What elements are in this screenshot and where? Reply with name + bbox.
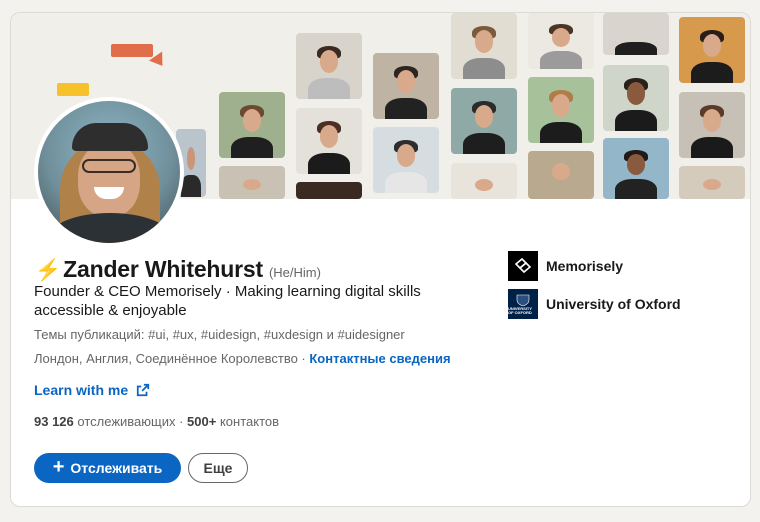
- banner-photo: [219, 166, 285, 199]
- org-item-memorisely[interactable]: Memorisely: [508, 251, 623, 281]
- profile-avatar[interactable]: [34, 97, 184, 247]
- banner-photo: [679, 17, 745, 83]
- org-name: Memorisely: [546, 258, 624, 274]
- location-text: Лондон, Англия, Соединённое Королевство …: [34, 351, 310, 366]
- org-name: University of Oxford: [546, 296, 681, 312]
- decorative-red-bar: [111, 44, 153, 57]
- oxford-logo-text: UNIVERSITY OF OXFORD: [508, 305, 532, 315]
- banner-photo: [451, 13, 517, 79]
- follow-button-label: Отслеживать: [70, 460, 163, 476]
- banner-photo: [296, 33, 362, 99]
- lightning-icon: ⚡: [35, 259, 62, 282]
- name-row: ⚡ Zander Whitehurst (He/Him): [35, 256, 321, 283]
- more-button[interactable]: Еще: [188, 453, 248, 483]
- website-link[interactable]: Learn with me: [34, 382, 150, 398]
- external-link-icon: [137, 383, 150, 397]
- banner-photo: [603, 13, 669, 55]
- stats-separator: ·: [175, 414, 188, 429]
- profile-headline: Founder & CEO Memorisely · Making learni…: [34, 283, 421, 319]
- website-link-label: Learn with me: [34, 382, 129, 398]
- banner-photo: [679, 92, 745, 158]
- banner-photo: [296, 182, 362, 199]
- banner-photo: [219, 92, 285, 158]
- banner-photo: [528, 13, 594, 69]
- contact-info-link[interactable]: Контактные сведения: [309, 351, 450, 366]
- profile-card: ⚡ Zander Whitehurst (He/Him) Founder & C…: [10, 12, 751, 507]
- plus-icon: +: [52, 456, 65, 478]
- profile-stats: 93 126 отслеживающих · 500+ контактов: [34, 414, 279, 429]
- org-item-oxford[interactable]: UNIVERSITY OF OXFORD University of Oxfor…: [508, 289, 681, 319]
- profile-pronouns: (He/Him): [268, 265, 321, 280]
- banner-photo: [451, 163, 517, 199]
- oxford-crest-icon: UNIVERSITY OF OXFORD: [508, 289, 538, 319]
- followers-label[interactable]: отслеживающих: [77, 414, 175, 429]
- profile-name: Zander Whitehurst: [63, 256, 263, 282]
- connections-count: 500+: [187, 414, 217, 429]
- banner-photo: [296, 108, 362, 174]
- banner-photo: [603, 138, 669, 199]
- followers-count: 93 126: [34, 414, 74, 429]
- banner-photo: [528, 151, 594, 199]
- banner-photo: [373, 127, 439, 193]
- follow-button[interactable]: + Отслеживать: [34, 453, 181, 483]
- banner-photo: [451, 88, 517, 154]
- banner-photo: [603, 65, 669, 131]
- profile-location: Лондон, Англия, Соединённое Королевство …: [34, 351, 451, 366]
- decorative-yellow-bar: [57, 83, 89, 96]
- banner-photo: [679, 166, 745, 199]
- avatar-face: [78, 143, 140, 217]
- banner-photo: [528, 77, 594, 143]
- profile-topics: Темы публикаций: #ui, #ux, #uidesign, #u…: [34, 327, 405, 342]
- connections-label[interactable]: контактов: [220, 414, 279, 429]
- memorisely-logo-icon: [508, 251, 538, 281]
- avatar-cap: [72, 123, 148, 151]
- avatar-glasses: [82, 159, 136, 173]
- banner-photo: [373, 53, 439, 119]
